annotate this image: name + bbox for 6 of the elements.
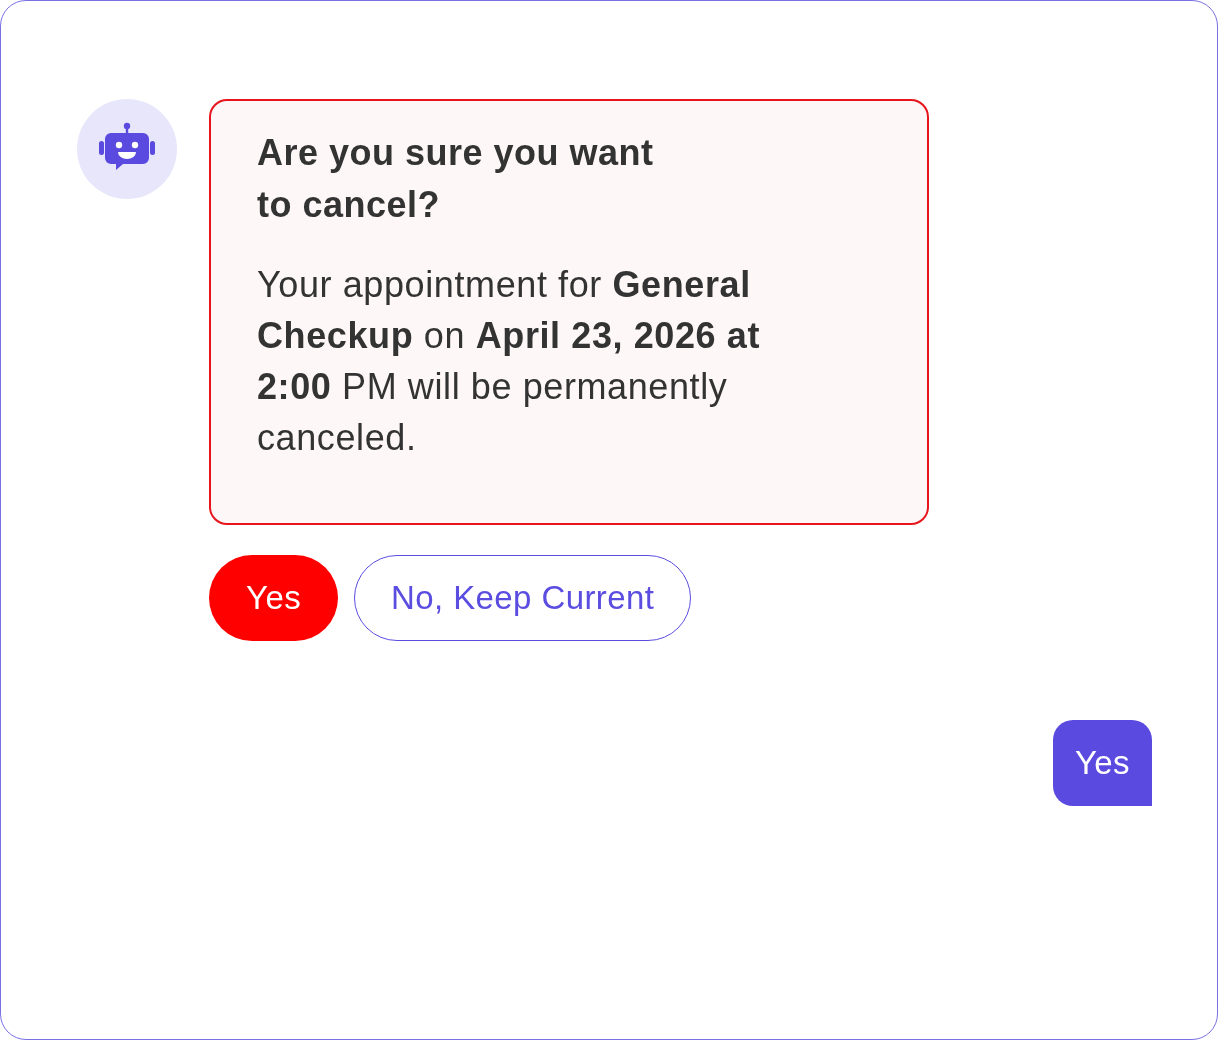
robot-icon xyxy=(77,99,177,199)
user-message: Yes xyxy=(1052,720,1152,806)
message-title: Are you sure you want to cancel? xyxy=(257,131,655,227)
confirm-button[interactable]: Yes xyxy=(209,555,339,641)
keep-button[interactable]: No, Keep Current xyxy=(354,555,692,641)
message-text: Your appointment for General Checkup on April 23, 2026 at 2:00 PM will be permanently canceled. xyxy=(257,263,762,460)
